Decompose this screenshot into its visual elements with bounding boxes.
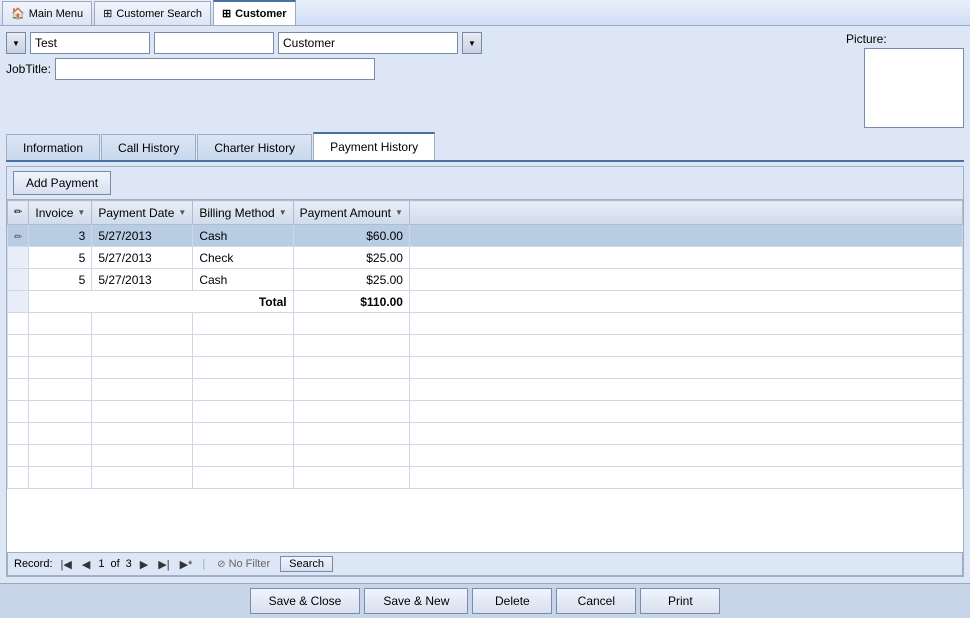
payments-table: ✏ Invoice ▼ Payment Date ▼ <box>7 200 963 489</box>
save-close-button[interactable]: Save & Close <box>250 588 361 614</box>
tab-customer-search[interactable]: ⊞ Customer Search <box>94 1 211 25</box>
sort-icon-amount: ▼ <box>395 208 403 217</box>
tab-charter-history[interactable]: Charter History <box>197 134 312 160</box>
empty-row <box>8 357 963 379</box>
billing-method-cell: Cash <box>193 269 293 291</box>
total-value: $110.00 <box>293 291 409 313</box>
tab-information[interactable]: Information <box>6 134 100 160</box>
form-fields: ▼ ▼ JobTitle: <box>6 32 838 80</box>
picture-box <box>864 48 964 128</box>
payment-date-cell: 5/27/2013 <box>92 225 193 247</box>
record-total: 3 <box>126 558 132 570</box>
picture-label: Picture: <box>844 32 887 46</box>
row-indicator: ✏ <box>8 225 29 247</box>
jobtitle-label: JobTitle: <box>6 62 51 76</box>
payment-amount-cell: $60.00 <box>293 225 409 247</box>
empty-row <box>8 313 963 335</box>
row-indicator <box>8 247 29 269</box>
jobtitle-row: JobTitle: <box>6 58 838 80</box>
save-new-button[interactable]: Save & New <box>364 588 468 614</box>
row-indicator <box>8 269 29 291</box>
grid-icon: ⊞ <box>103 7 112 20</box>
tab-main-menu[interactable]: 🏠 Main Menu <box>2 1 92 25</box>
title-bar: 🏠 Main Menu ⊞ Customer Search ⊞ Customer <box>0 0 970 26</box>
last-name-input[interactable] <box>278 32 458 54</box>
name-row: ▼ ▼ <box>6 32 838 54</box>
col-indicator: ✏ <box>8 201 29 225</box>
payment-amount-cell: $25.00 <box>293 269 409 291</box>
suffix-dropdown[interactable]: ▼ <box>462 32 482 54</box>
separator: | <box>202 558 205 570</box>
empty-cell <box>409 291 962 313</box>
col-billing-method[interactable]: Billing Method ▼ <box>193 201 293 225</box>
prefix-dropdown[interactable]: ▼ <box>6 32 26 54</box>
record-current: 1 <box>98 558 104 570</box>
record-label: Record: <box>14 558 53 570</box>
filter-icon: ⊘ <box>217 559 225 570</box>
col-payment-date[interactable]: Payment Date ▼ <box>92 201 193 225</box>
sort-icon-invoice: ▼ <box>77 208 85 217</box>
sort-icon-date: ▼ <box>178 208 186 217</box>
empty-cell <box>409 247 962 269</box>
delete-button[interactable]: Delete <box>472 588 552 614</box>
nav-prev-button[interactable]: ◀ <box>80 558 92 571</box>
billing-method-cell: Check <box>193 247 293 269</box>
middle-name-input[interactable] <box>154 32 274 54</box>
row-indicator <box>8 291 29 313</box>
table-row[interactable]: 5 5/27/2013 Check $25.00 <box>8 247 963 269</box>
col-invoice[interactable]: Invoice ▼ <box>29 201 92 225</box>
col-empty <box>409 201 962 225</box>
total-label: Total <box>29 291 293 313</box>
nav-next-button[interactable]: ▶ <box>138 558 150 571</box>
add-payment-button[interactable]: Add Payment <box>13 171 111 195</box>
empty-row <box>8 445 963 467</box>
payment-amount-cell: $25.00 <box>293 247 409 269</box>
nav-first-button[interactable]: |◀ <box>59 558 74 571</box>
col-payment-amount[interactable]: Payment Amount ▼ <box>293 201 409 225</box>
pencil-icon: ✏ <box>14 232 22 243</box>
table-row[interactable]: 5 5/27/2013 Cash $25.00 <box>8 269 963 291</box>
first-name-input[interactable] <box>30 32 150 54</box>
total-row: Total $110.00 <box>8 291 963 313</box>
table-row[interactable]: ✏ 3 5/27/2013 Cash $60.00 <box>8 225 963 247</box>
status-bar: Record: |◀ ◀ 1 of 3 ▶ ▶| ▶* | ⊘ No Filte… <box>7 552 963 576</box>
empty-row <box>8 335 963 357</box>
picture-area: Picture: <box>844 32 964 128</box>
add-payment-bar: Add Payment <box>7 167 963 200</box>
record-of: of <box>110 558 119 570</box>
print-button[interactable]: Print <box>640 588 720 614</box>
empty-row <box>8 423 963 445</box>
invoice-cell: 5 <box>29 269 92 291</box>
filter-label: No Filter <box>229 558 271 570</box>
search-button[interactable]: Search <box>280 556 333 572</box>
pencil-header-icon: ✏ <box>14 207 22 218</box>
cancel-button[interactable]: Cancel <box>556 588 636 614</box>
empty-row <box>8 467 963 489</box>
jobtitle-input[interactable] <box>55 58 375 80</box>
payment-date-cell: 5/27/2013 <box>92 247 193 269</box>
empty-cell <box>409 269 962 291</box>
table-container: Add Payment ✏ Invoice ▼ <box>6 166 964 577</box>
nav-last-button[interactable]: ▶| <box>156 558 171 571</box>
tab-customer[interactable]: ⊞ Customer <box>213 0 296 25</box>
sort-icon-billing: ▼ <box>279 208 287 217</box>
nav-new-button[interactable]: ▶* <box>178 558 195 571</box>
form-top: ▼ ▼ JobTitle: Picture: <box>6 32 964 128</box>
main-content: ▼ ▼ JobTitle: Picture: Information Call … <box>0 26 970 583</box>
payment-date-cell: 5/27/2013 <box>92 269 193 291</box>
filter-indicator: ⊘ No Filter <box>213 558 274 570</box>
inner-tab-bar: Information Call History Charter History… <box>6 132 964 162</box>
tab-payment-history[interactable]: Payment History <box>313 132 435 160</box>
empty-row <box>8 379 963 401</box>
empty-cell <box>409 225 962 247</box>
action-bar: Save & Close Save & New Delete Cancel Pr… <box>0 583 970 618</box>
tab-call-history[interactable]: Call History <box>101 134 196 160</box>
invoice-cell: 5 <box>29 247 92 269</box>
billing-method-cell: Cash <box>193 225 293 247</box>
invoice-cell: 3 <box>29 225 92 247</box>
home-icon: 🏠 <box>11 7 25 20</box>
empty-row <box>8 401 963 423</box>
grid-icon-2: ⊞ <box>222 7 231 20</box>
